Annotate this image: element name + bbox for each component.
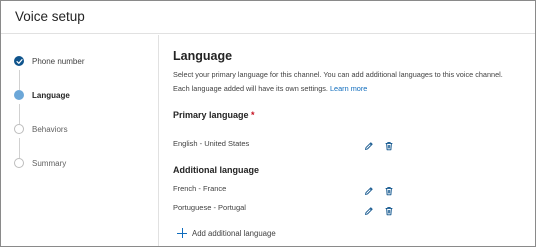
- additional-language-heading: Additional language: [173, 165, 260, 175]
- page-title: Language: [173, 49, 233, 63]
- add-additional-language-button[interactable]: Add additional language: [177, 228, 276, 238]
- step-label: Phone number: [32, 56, 85, 66]
- description-line-1: Select your primary language for this ch…: [173, 70, 503, 79]
- dialog-title: Voice setup: [15, 9, 85, 24]
- primary-language-heading: Primary language *: [173, 110, 255, 120]
- additional-language-item: Portuguese - Portugal: [173, 203, 246, 212]
- step-label: Language: [32, 90, 70, 100]
- pencil-icon[interactable]: [364, 186, 374, 196]
- language-panel: Language Select your primary language fo…: [173, 35, 533, 246]
- pencil-icon[interactable]: [364, 141, 374, 151]
- trash-icon[interactable]: [384, 141, 394, 151]
- add-language-label: Add additional language: [192, 228, 276, 238]
- required-mark: *: [251, 110, 255, 120]
- learn-more-link[interactable]: Learn more: [330, 84, 367, 93]
- primary-language-value: English - United States: [173, 139, 250, 148]
- current-step-indicator: [14, 90, 24, 100]
- step-language[interactable]: Language: [14, 88, 70, 102]
- pencil-icon[interactable]: [364, 206, 374, 216]
- step-label: Summary: [32, 158, 67, 168]
- description-text: Each language added will have its own se…: [173, 84, 328, 93]
- step-summary[interactable]: Summary: [14, 156, 66, 170]
- primary-language-heading-text: Primary language: [173, 110, 249, 120]
- step-label: Behaviors: [32, 124, 68, 134]
- setup-steps-sidebar: Phone number Language Behaviors Summary: [1, 35, 159, 246]
- step-phone-number[interactable]: Phone number: [14, 54, 84, 68]
- plus-icon: [177, 228, 187, 238]
- pending-step-indicator: [14, 158, 24, 168]
- description-line-2: Each language added will have its own se…: [173, 84, 367, 93]
- dialog-header: Voice setup: [1, 1, 535, 34]
- step-connector: [19, 104, 20, 124]
- step-connector: [19, 138, 20, 158]
- trash-icon[interactable]: [384, 206, 394, 216]
- step-connector: [19, 70, 20, 90]
- step-behaviors[interactable]: Behaviors: [14, 122, 68, 136]
- checkmark-icon: [14, 56, 24, 66]
- trash-icon[interactable]: [384, 186, 394, 196]
- pending-step-indicator: [14, 124, 24, 134]
- additional-language-item: French - France: [173, 184, 227, 193]
- voice-setup-dialog: Voice setup Phone number Language Behavi…: [0, 0, 536, 247]
